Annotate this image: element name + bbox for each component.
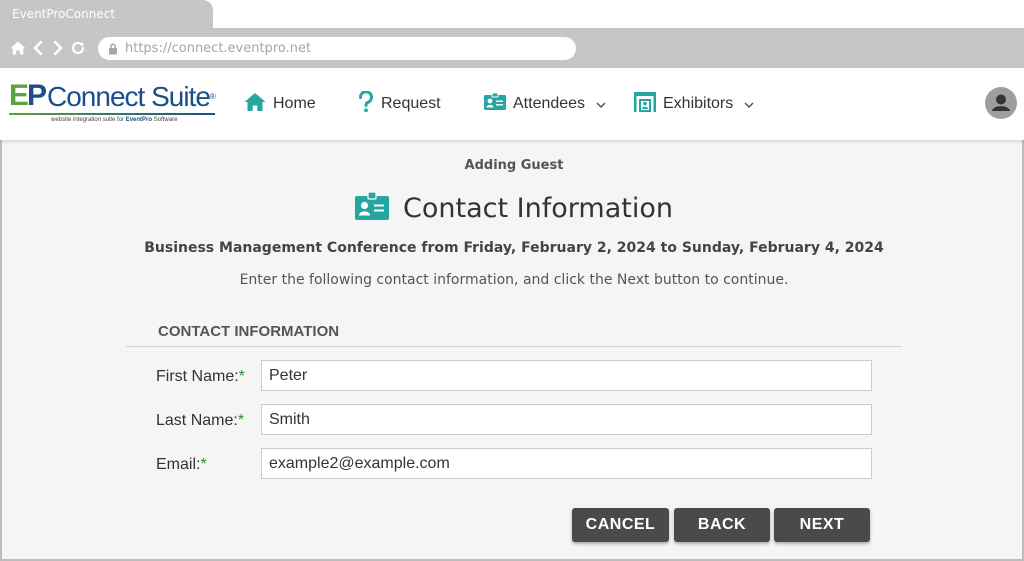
- reload-icon[interactable]: [70, 40, 86, 56]
- browser-nav-controls: [10, 40, 86, 56]
- epconnect-suite-logo[interactable]: EP Connect Suite® website integration su…: [9, 80, 219, 132]
- id-card-icon: [355, 191, 390, 225]
- email-label: Email:*: [156, 456, 207, 473]
- next-button[interactable]: NEXT: [774, 508, 870, 542]
- section-divider: [126, 346, 902, 347]
- forward-arrow-icon[interactable]: [50, 40, 66, 56]
- required-marker: *: [237, 412, 245, 429]
- browser-tab[interactable]: EventProConnect: [0, 0, 213, 28]
- main-content: Adding Guest Contact Information Busines…: [0, 140, 1024, 561]
- nav-exhibitors-label: Exhibitors: [663, 95, 734, 112]
- url-text: https://connect.eventpro.net: [125, 41, 312, 56]
- cancel-button[interactable]: CANCEL: [572, 508, 669, 542]
- browser-tab-bar: EventProConnect: [0, 0, 1024, 28]
- section-title: CONTACT INFORMATION: [158, 323, 340, 340]
- email-field[interactable]: [261, 448, 872, 479]
- instructions-text: Enter the following contact information,…: [239, 272, 789, 288]
- user-avatar-icon[interactable]: [985, 87, 1017, 119]
- nav-home[interactable]: Home: [244, 68, 316, 140]
- nav-exhibitors[interactable]: Exhibitors: [634, 68, 754, 140]
- last-name-label: Last Name:*: [156, 412, 245, 429]
- url-bar[interactable]: https://connect.eventpro.net: [98, 37, 576, 60]
- last-name-field[interactable]: [261, 404, 872, 435]
- event-description: Business Management Conference from Frid…: [144, 240, 884, 256]
- home-icon: [244, 92, 266, 117]
- back-arrow-icon[interactable]: [30, 40, 46, 56]
- chevron-down-icon: [744, 95, 754, 113]
- chevron-down-icon: [596, 95, 606, 113]
- nav-home-label: Home: [273, 95, 316, 112]
- nav-request-label: Request: [381, 95, 441, 112]
- booth-icon: [634, 91, 656, 117]
- nav-attendees[interactable]: Attendees: [484, 68, 606, 140]
- app-header: EP Connect Suite® website integration su…: [0, 68, 1024, 140]
- required-marker: *: [238, 368, 245, 385]
- page-subtitle: Adding Guest: [464, 158, 564, 173]
- nav-request[interactable]: Request: [358, 68, 441, 140]
- id-card-icon: [484, 92, 506, 115]
- first-name-field[interactable]: [261, 360, 872, 391]
- page-title: Contact Information: [403, 193, 673, 224]
- required-marker: *: [200, 456, 207, 473]
- page-title-row: Contact Information: [2, 191, 1024, 225]
- question-icon: [358, 89, 374, 118]
- first-name-label: First Name:*: [156, 368, 245, 385]
- home-icon[interactable]: [10, 40, 26, 56]
- back-button[interactable]: BACK: [674, 508, 770, 542]
- nav-attendees-label: Attendees: [513, 95, 586, 112]
- lock-icon: [108, 42, 118, 60]
